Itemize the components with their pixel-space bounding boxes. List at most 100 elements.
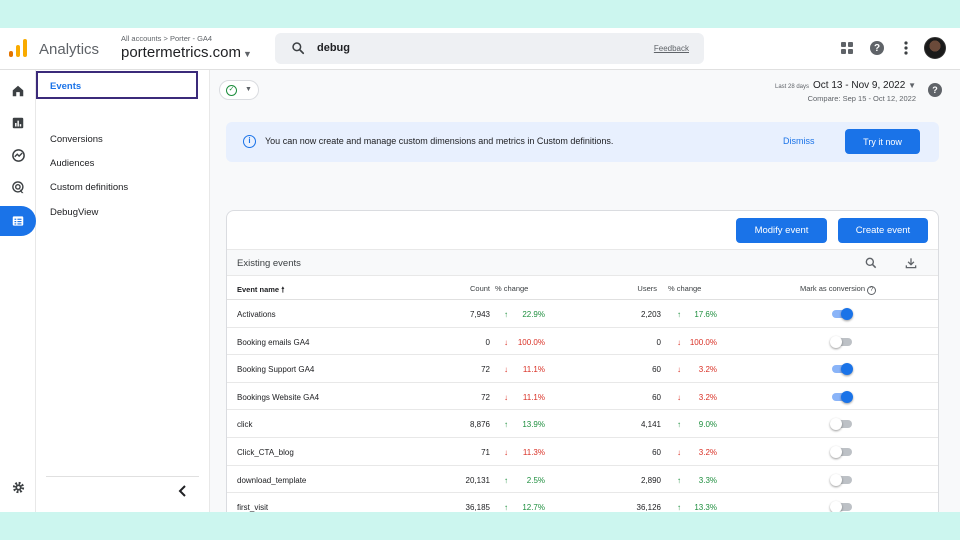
- more-vert-icon[interactable]: [895, 37, 917, 59]
- table-header: Event name 🠕 Count % change Users % chan…: [227, 276, 938, 300]
- event-name-cell[interactable]: Booking Support GA4: [237, 365, 314, 374]
- date-range-compare: Compare: Sep 15 - Oct 12, 2022: [807, 94, 916, 103]
- users-cell: 0: [656, 337, 661, 347]
- count-cell: 8,876: [469, 420, 490, 430]
- existing-events-bar: Existing events: [227, 249, 938, 276]
- feedback-link[interactable]: Feedback: [654, 44, 689, 53]
- settings-icon[interactable]: [9, 478, 27, 496]
- count-change-cell: 11.1%: [522, 365, 545, 375]
- breadcrumb[interactable]: All accounts > Porter - GA4: [121, 34, 212, 43]
- subnav-item-events[interactable]: Events: [36, 71, 198, 99]
- subnav-item-custom-definitions[interactable]: Custom definitions: [50, 182, 128, 193]
- collapse-chevron-left-icon[interactable]: [178, 484, 188, 500]
- column-mark-as-conversion: Mark as conversion ?: [800, 284, 877, 295]
- try-it-now-button[interactable]: Try it now: [845, 129, 920, 154]
- home-icon[interactable]: [9, 82, 27, 100]
- search-input[interactable]: debug: [317, 42, 350, 54]
- count-cell: 20,131: [465, 475, 490, 485]
- table-row[interactable]: Activations 7,943 ↑ 22.9% 2,203 ↑ 17.6%: [227, 300, 938, 328]
- table-row[interactable]: download_template 20,131 ↑ 2.5% 2,890 ↑ 3.3%: [227, 466, 938, 494]
- event-name-cell[interactable]: download_template: [237, 476, 306, 485]
- count-change-cell: 2.5%: [526, 475, 545, 485]
- left-rail: [0, 70, 36, 512]
- count-change-cell: 11.3%: [522, 448, 545, 457]
- users-cell: 4,141: [640, 420, 661, 430]
- event-name-cell[interactable]: click: [237, 420, 253, 429]
- users-cell: 2,203: [640, 310, 661, 319]
- analytics-logo-icon[interactable]: [9, 39, 27, 57]
- table-row[interactable]: Booking emails GA4 0 ↓ 100.0% 0 ↓ 100.0%: [227, 328, 938, 356]
- banner-message: You can now create and manage custom dim…: [265, 136, 614, 146]
- conversion-toggle[interactable]: [830, 363, 853, 376]
- dismiss-button[interactable]: Dismiss: [783, 136, 815, 146]
- column-users-change: % change: [668, 284, 702, 293]
- conversion-toggle[interactable]: [830, 446, 853, 458]
- advertising-icon[interactable]: [9, 178, 27, 196]
- users-cell: 60: [652, 392, 661, 402]
- table-row[interactable]: Booking Support GA4 72 ↓ 11.1% 60 ↓ 3.2%: [227, 355, 938, 383]
- check-circle-icon: ✓: [226, 85, 237, 96]
- users-change-cell: 3.2%: [698, 392, 717, 402]
- event-name-cell[interactable]: Activations: [237, 310, 276, 319]
- table-row[interactable]: first_visit 36,185 ↑ 12.7% 36,126 ↑ 13.3%: [227, 493, 938, 512]
- count-cell: 7,943: [469, 310, 490, 319]
- table-row[interactable]: Click_CTA_blog 71 ↓ 11.3% 60 ↓ 3.2%: [227, 438, 938, 466]
- subnav-item-label: Events: [50, 81, 82, 92]
- conversion-toggle[interactable]: [830, 335, 853, 348]
- users-cell: 60: [652, 448, 661, 457]
- date-range-badge: Last 28 days: [774, 84, 810, 90]
- top-header: Analytics All accounts > Porter - GA4 po…: [0, 28, 960, 70]
- reports-icon[interactable]: [9, 114, 27, 132]
- create-event-button[interactable]: Create event: [838, 218, 928, 243]
- help-circle-icon[interactable]: ?: [867, 286, 877, 295]
- subnav-item-audiences[interactable]: Audiences: [50, 158, 94, 169]
- users-change-cell: 3.2%: [698, 448, 717, 457]
- apps-grid-icon[interactable]: [836, 37, 858, 59]
- count-change-cell: 13.9%: [522, 420, 545, 430]
- conversion-toggle[interactable]: [830, 418, 853, 431]
- count-change-cell: 11.1%: [522, 392, 545, 402]
- search-icon: [292, 42, 305, 55]
- column-users[interactable]: Users: [617, 284, 657, 293]
- conversion-toggle[interactable]: [830, 390, 853, 403]
- data-status-chip[interactable]: ✓ ▼: [219, 80, 259, 100]
- help-icon[interactable]: ?: [866, 37, 888, 59]
- conversion-toggle[interactable]: [830, 501, 853, 512]
- users-cell: 2,890: [640, 475, 661, 485]
- date-range-picker[interactable]: Last 28 days Oct 13 - Nov 9, 2022 ▼ Compa…: [775, 80, 916, 103]
- search-icon[interactable]: [864, 256, 878, 270]
- subnav-item-debugview[interactable]: DebugView: [50, 207, 98, 218]
- event-name-cell[interactable]: first_visit: [237, 503, 268, 512]
- help-icon[interactable]: ?: [928, 83, 942, 97]
- table-row[interactable]: click 8,876 ↑ 13.9% 4,141 ↑ 9.0%: [227, 410, 938, 438]
- count-cell: 36,185: [465, 503, 490, 512]
- subnav-item-conversions[interactable]: Conversions: [50, 134, 103, 145]
- chevron-down-icon: ▼: [245, 86, 252, 93]
- sort-arrow-up-icon: 🠕: [281, 285, 285, 294]
- event-name-cell[interactable]: Booking emails GA4: [237, 338, 309, 347]
- event-name-cell[interactable]: Bookings Website GA4: [237, 393, 319, 402]
- info-icon: i: [243, 135, 256, 148]
- property-selector[interactable]: portermetrics.com ▼: [121, 44, 252, 61]
- chevron-down-icon: ▼: [908, 81, 916, 90]
- download-icon[interactable]: [904, 256, 918, 270]
- configure-icon[interactable]: [9, 212, 27, 230]
- modify-event-button[interactable]: Modify event: [736, 218, 827, 243]
- count-cell: 71: [481, 448, 490, 457]
- info-banner: i You can now create and manage custom d…: [226, 122, 939, 162]
- event-name-cell[interactable]: Click_CTA_blog: [237, 448, 294, 457]
- conversion-toggle[interactable]: [830, 473, 853, 486]
- column-event-name[interactable]: Event name 🠕: [237, 284, 284, 297]
- conversion-toggle[interactable]: [830, 308, 853, 320]
- column-count[interactable]: Count: [446, 284, 490, 293]
- date-range-value: Oct 13 - Nov 9, 2022: [813, 80, 906, 91]
- users-change-cell: 17.6%: [694, 310, 717, 319]
- account-avatar[interactable]: [924, 37, 946, 59]
- table-row[interactable]: Bookings Website GA4 72 ↓ 11.1% 60 ↓ 3.2%: [227, 383, 938, 411]
- count-change-cell: 22.9%: [522, 310, 545, 319]
- section-title: Existing events: [237, 258, 301, 269]
- analytics-app: Analytics All accounts > Porter - GA4 po…: [0, 28, 960, 512]
- chevron-down-icon: ▼: [243, 49, 252, 59]
- search-bar[interactable]: debug Feedback: [275, 33, 704, 64]
- explore-icon[interactable]: [9, 146, 27, 164]
